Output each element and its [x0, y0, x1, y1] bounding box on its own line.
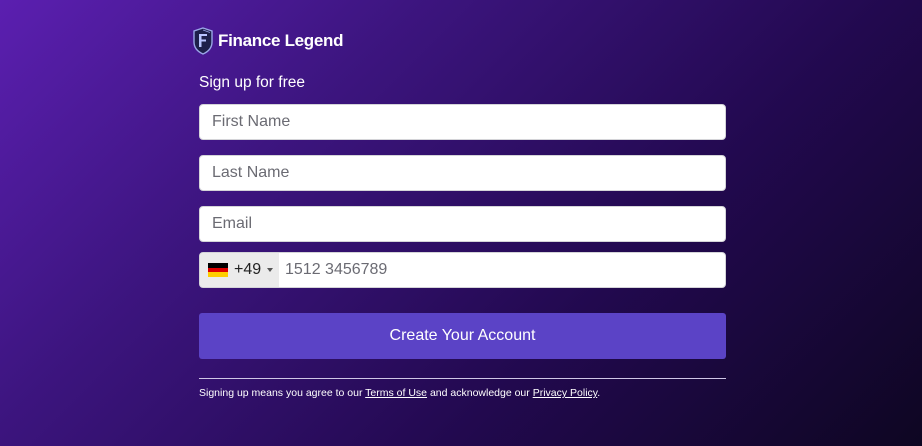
caret-down-icon	[267, 268, 274, 272]
create-account-button[interactable]: Create Your Account	[199, 313, 726, 359]
shield-logo-icon	[193, 27, 213, 55]
first-name-field[interactable]	[199, 104, 726, 140]
country-code-selector[interactable]: +49	[200, 253, 279, 287]
form-heading: Sign up for free	[199, 74, 305, 91]
email-field[interactable]	[199, 206, 726, 242]
brand-logo[interactable]: Finance Legend	[192, 27, 344, 55]
germany-flag-icon	[208, 263, 228, 278]
divider	[199, 378, 726, 379]
privacy-policy-link[interactable]: Privacy Policy	[533, 387, 598, 399]
terms-of-use-link[interactable]: Terms of Use	[365, 387, 427, 399]
legal-middle: and acknowledge our	[427, 387, 533, 399]
dial-code: +49	[234, 261, 262, 278]
last-name-field[interactable]	[199, 155, 726, 191]
phone-field: +49	[199, 252, 726, 288]
legal-prefix: Signing up means you agree to our	[199, 387, 366, 399]
phone-number-input[interactable]	[279, 253, 725, 287]
legal-suffix: .	[597, 387, 601, 399]
legal-notice: Signing up means you agree to our Terms …	[199, 387, 600, 399]
brand-name: Finance Legend	[218, 31, 344, 50]
